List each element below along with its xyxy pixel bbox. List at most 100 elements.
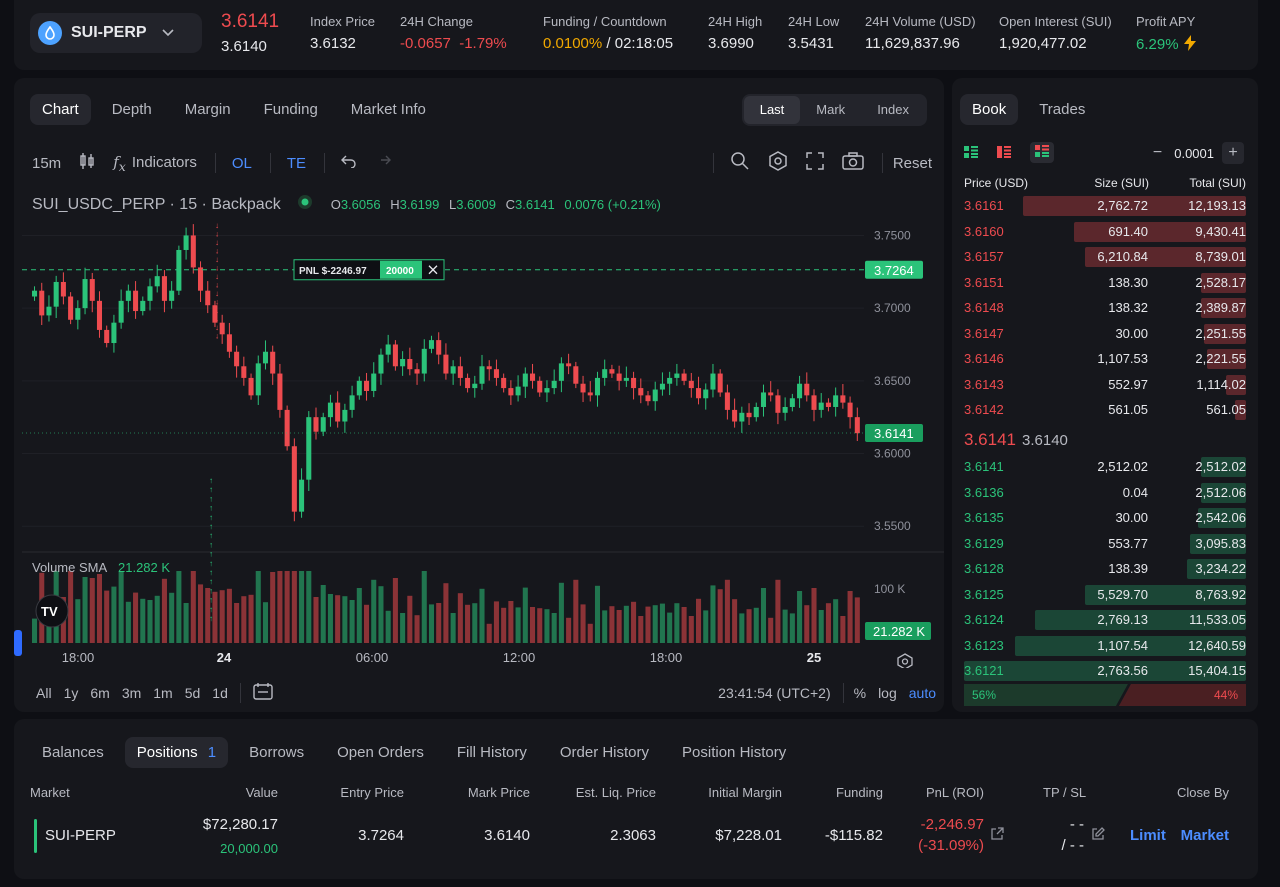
candle: [133, 290, 139, 312]
book-both-icon[interactable]: [964, 146, 978, 163]
ask-price: 3.6161: [964, 198, 1004, 213]
bid-row[interactable]: 3.6123 1,107.54 12,640.59: [964, 634, 1246, 659]
ask-row[interactable]: 3.6151 138.30 2,528.17: [964, 271, 1246, 296]
tab-trades[interactable]: Trades: [1027, 94, 1097, 125]
stat-index-price: Index Price 3.6132: [310, 14, 376, 52]
minus-icon[interactable]: −: [1153, 144, 1162, 162]
volume-bar: [255, 571, 261, 643]
volume-bar: [428, 604, 435, 643]
position-market[interactable]: SUI-PERP: [45, 827, 116, 844]
col-funding: Funding: [836, 785, 883, 800]
calendar-icon[interactable]: [253, 682, 273, 703]
tab-positions[interactable]: Positions 1: [124, 737, 229, 768]
market-selector[interactable]: SUI-PERP: [30, 13, 202, 53]
volume-bar: [270, 572, 276, 643]
bid-row[interactable]: 3.6128 138.39 3,234.22: [964, 557, 1246, 582]
bid-size: 0.04: [1122, 484, 1148, 500]
tab-position-history[interactable]: Position History: [670, 737, 798, 768]
share-icon[interactable]: [990, 827, 1004, 844]
auto-toggle[interactable]: auto: [909, 685, 936, 701]
bid-row[interactable]: 3.6135 30.00 2,542.06: [964, 506, 1246, 531]
reset-button[interactable]: Reset: [893, 155, 932, 172]
price-type-mark[interactable]: Mark: [800, 96, 861, 124]
tab-balances[interactable]: Balances: [30, 737, 116, 768]
indicators-button[interactable]: fx Indicators: [113, 153, 197, 174]
range-1d[interactable]: 1d: [212, 685, 228, 701]
position-funding: -$115.82: [824, 827, 883, 844]
search-icon[interactable]: [730, 151, 750, 175]
range-6m[interactable]: 6m: [90, 685, 109, 701]
edit-icon[interactable]: [1091, 827, 1105, 844]
tab-depth[interactable]: Depth: [100, 94, 164, 125]
ask-total: 2,251.55: [1195, 325, 1246, 341]
buy-marker: ↑: [209, 550, 213, 559]
range-5d[interactable]: 5d: [185, 685, 201, 701]
close-market-button[interactable]: Market: [1181, 827, 1229, 844]
candle: [623, 377, 629, 381]
candle: [291, 446, 297, 512]
ask-row[interactable]: 3.6143 552.97 1,114.02: [964, 373, 1246, 398]
ask-row[interactable]: 3.6157 6,210.84 8,739.01: [964, 245, 1246, 270]
settings-icon[interactable]: [768, 151, 788, 175]
bid-total: 12,640.59: [1188, 637, 1246, 653]
volume-bar: [291, 571, 297, 643]
te-toggle[interactable]: TE: [287, 155, 306, 172]
redo-icon[interactable]: [375, 154, 392, 172]
tab-order-history[interactable]: Order History: [548, 737, 661, 768]
log-toggle[interactable]: log: [878, 685, 897, 701]
candle: [652, 389, 658, 402]
ask-row[interactable]: 3.6160 691.40 9,430.41: [964, 220, 1246, 245]
bid-row[interactable]: 3.6129 553.77 3,095.83: [964, 532, 1246, 557]
ask-row[interactable]: 3.6146 1,107.53 2,221.55: [964, 347, 1246, 372]
close-limit-button[interactable]: Limit: [1130, 827, 1166, 844]
volume-bar: [674, 603, 680, 643]
bid-row[interactable]: 3.6124 2,769.13 11,533.05: [964, 608, 1246, 633]
price-type-index[interactable]: Index: [861, 96, 925, 124]
price-type-last[interactable]: Last: [743, 96, 801, 124]
ol-toggle[interactable]: OL: [232, 155, 252, 172]
tab-funding[interactable]: Funding: [252, 94, 330, 125]
tab-open-orders[interactable]: Open Orders: [325, 737, 436, 768]
buy-marker: ↑: [209, 577, 213, 586]
range-1m[interactable]: 1m: [153, 685, 172, 701]
bid-row[interactable]: 3.6136 0.04 2,512.06: [964, 481, 1246, 506]
ask-size: 30.00: [1115, 325, 1148, 341]
camera-icon[interactable]: [842, 152, 864, 174]
interval-selector[interactable]: 15m: [32, 155, 61, 172]
book-bids-icon[interactable]: [1030, 142, 1054, 163]
percent-toggle[interactable]: %: [854, 685, 866, 701]
candle: [68, 296, 74, 320]
plus-icon[interactable]: +: [1222, 142, 1244, 164]
ask-row[interactable]: 3.6148 138.32 2,389.87: [964, 296, 1246, 321]
bid-row[interactable]: 3.6141 2,512.02 2,512.02: [964, 455, 1246, 480]
tab-margin[interactable]: Margin: [173, 94, 243, 125]
tab-market-info[interactable]: Market Info: [339, 94, 438, 125]
ask-row[interactable]: 3.6147 30.00 2,251.55: [964, 322, 1246, 347]
fullscreen-icon[interactable]: [806, 152, 824, 174]
range-1y[interactable]: 1y: [64, 685, 79, 701]
range-all[interactable]: All: [36, 685, 52, 701]
bid-row[interactable]: 3.6125 5,529.70 8,763.92: [964, 583, 1246, 608]
candle: [176, 249, 182, 291]
volume-bar: [75, 599, 81, 643]
tab-borrows[interactable]: Borrows: [237, 737, 316, 768]
tab-fill-history[interactable]: Fill History: [445, 737, 539, 768]
tab-book[interactable]: Book: [960, 94, 1019, 125]
book-asks-icon[interactable]: [997, 146, 1011, 163]
range-3m[interactable]: 3m: [122, 685, 141, 701]
candle: [378, 354, 384, 374]
price-chart[interactable]: 3.7500 3.7000 3.6500 3.6000 3.5500 18:00 24 06:…: [14, 218, 944, 668]
bid-size: 5,529.70: [1097, 586, 1148, 602]
candle-type-icon[interactable]: [79, 152, 95, 174]
undo-icon[interactable]: [341, 154, 357, 172]
candle: [724, 392, 730, 410]
candle: [825, 402, 831, 407]
ask-row[interactable]: 3.6142 561.05 561.05: [964, 398, 1246, 423]
tick-size-control: − 0.0001 +: [1153, 142, 1244, 164]
volume-bar: [724, 579, 730, 643]
ask-row[interactable]: 3.6161 2,762.72 12,193.13: [964, 194, 1246, 219]
bid-row[interactable]: 3.6121 2,763.56 15,404.15: [964, 659, 1246, 684]
y-tick-label: 3.6500: [874, 374, 911, 388]
volume-bar: [551, 613, 557, 643]
tab-chart[interactable]: Chart: [30, 94, 91, 125]
